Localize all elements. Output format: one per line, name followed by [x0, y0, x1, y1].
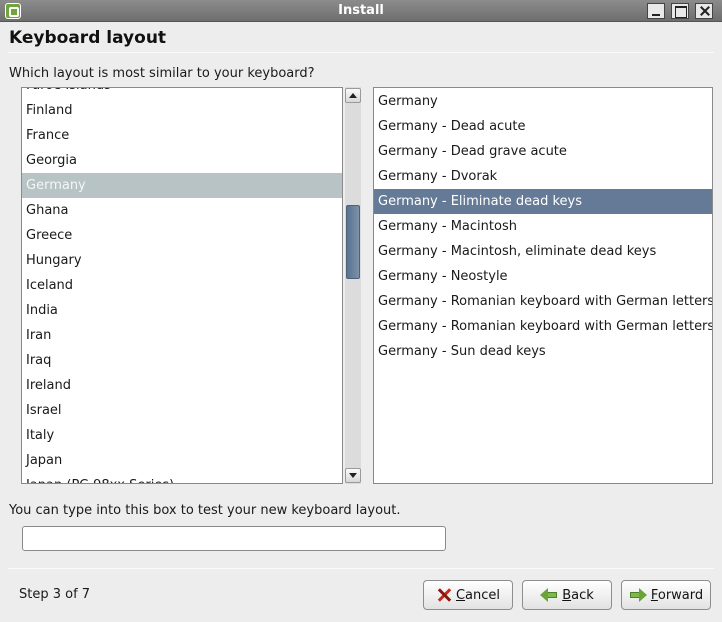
variant-list-item[interactable]: Germany - Dead grave acute [374, 139, 712, 164]
back-arrow-icon [540, 588, 558, 602]
variant-rows: Germany Germany - Dead acute Germany - Dea… [374, 89, 712, 364]
country-list-item[interactable]: Germany [22, 173, 342, 198]
footer-divider [8, 568, 714, 569]
scroll-down-arrow-icon[interactable] [345, 468, 361, 483]
country-list-item[interactable]: Israel [22, 398, 342, 423]
variant-list-item[interactable]: Germany [374, 89, 712, 114]
country-list-item[interactable]: Hungary [22, 248, 342, 273]
layout-question: Which layout is most similar to your key… [9, 66, 315, 81]
variant-list-item[interactable]: Germany - Macintosh, eliminate dead keys [374, 239, 712, 264]
country-list-item[interactable]: Greece [22, 223, 342, 248]
country-list[interactable]: Faroe IslandsFinlandFranceGeorgiaGermany… [21, 87, 343, 484]
variant-list-item[interactable]: Germany - Dead acute [374, 114, 712, 139]
cancel-x-icon [436, 587, 452, 603]
scroll-up-arrow-icon[interactable] [345, 88, 361, 103]
window-title: Install [338, 3, 384, 18]
variant-list-item[interactable]: Germany - Romanian keyboard with German … [374, 289, 712, 314]
forward-arrow-icon [629, 588, 647, 602]
country-list-item[interactable]: Iran [22, 323, 342, 348]
country-list-item[interactable]: Iraq [22, 348, 342, 373]
title-bar[interactable]: Install [0, 0, 722, 22]
variant-list-item[interactable]: Germany - Romanian keyboard with German … [374, 314, 712, 339]
country-list-item[interactable]: Ireland [22, 373, 342, 398]
header-divider [8, 52, 714, 53]
cancel-label: Cancel [455, 587, 501, 603]
maximize-icon[interactable] [671, 3, 689, 19]
variant-list-item[interactable]: Germany - Neostyle [374, 264, 712, 289]
country-list-item[interactable]: Italy [22, 423, 342, 448]
variant-list-item[interactable]: Germany - Dvorak [374, 164, 712, 189]
page-title: Keyboard layout [9, 28, 167, 48]
country-list-item[interactable]: Japan (PC-98xx Series) [22, 473, 342, 483]
variant-list-item[interactable]: Germany - Macintosh [374, 214, 712, 239]
country-list-item[interactable]: Georgia [22, 148, 342, 173]
close-icon[interactable] [695, 3, 713, 19]
forward-label: Forward [650, 587, 704, 603]
minimize-icon[interactable] [647, 3, 665, 19]
country-rows: Faroe IslandsFinlandFranceGeorgiaGermany… [22, 88, 342, 483]
variant-list-item[interactable]: Germany - Eliminate dead keys [374, 189, 712, 214]
forward-button[interactable]: Forward [621, 580, 711, 610]
scroll-thumb[interactable] [346, 205, 360, 279]
country-list-item[interactable]: India [22, 298, 342, 323]
back-label: Back [562, 587, 594, 603]
country-list-item[interactable]: Faroe Islands [22, 88, 342, 98]
keyboard-test-input[interactable] [22, 526, 446, 551]
country-list-item[interactable]: Iceland [22, 273, 342, 298]
country-list-item[interactable]: France [22, 123, 342, 148]
country-list-scrollbar[interactable] [345, 87, 361, 484]
variant-list-item[interactable]: Germany - Sun dead keys [374, 339, 712, 364]
country-list-item[interactable]: Ghana [22, 198, 342, 223]
step-indicator: Step 3 of 7 [19, 587, 91, 602]
cancel-button[interactable]: Cancel [423, 580, 513, 610]
country-list-item[interactable]: Japan [22, 448, 342, 473]
country-list-item[interactable]: Finland [22, 98, 342, 123]
back-button[interactable]: Back [522, 580, 612, 610]
test-box-label: You can type into this box to test your … [9, 503, 401, 518]
variant-list[interactable]: Germany Germany - Dead acute Germany - Dea… [373, 87, 713, 484]
